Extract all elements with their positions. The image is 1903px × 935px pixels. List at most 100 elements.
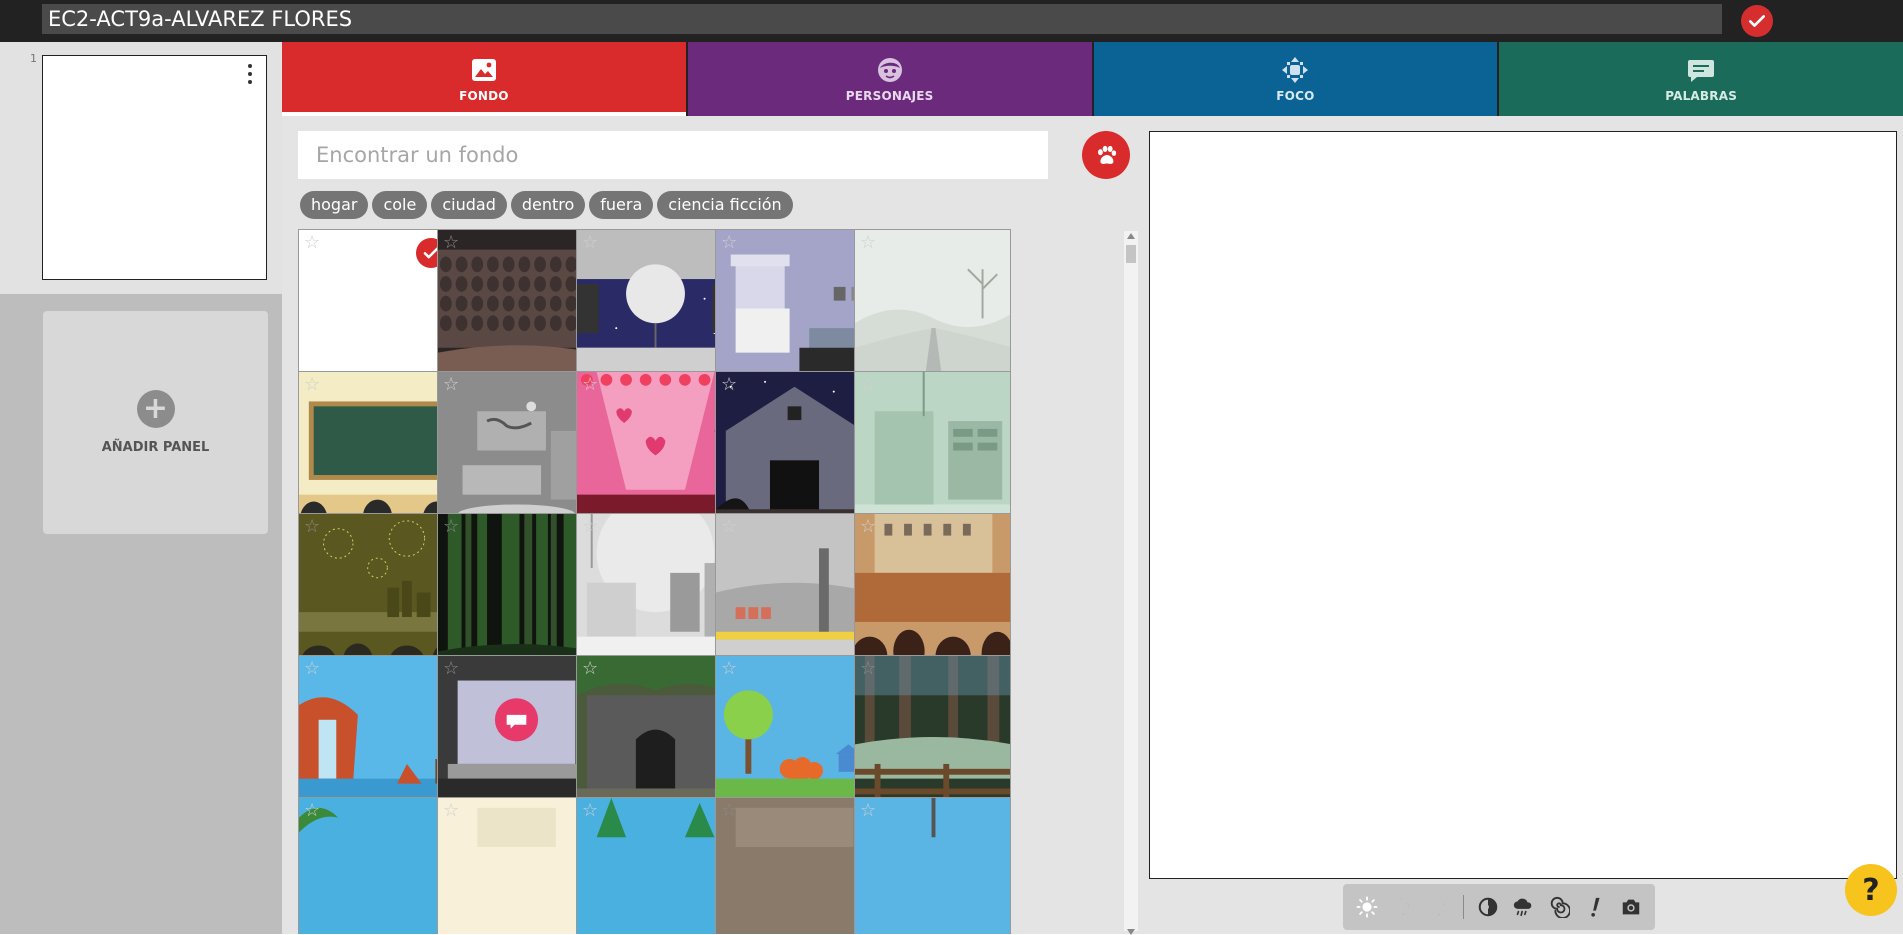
favorite-star-icon[interactable]: ☆ (721, 660, 737, 678)
favorite-star-icon[interactable]: ☆ (860, 234, 876, 252)
background-thumbnail (855, 230, 1010, 385)
background-tile-fireworks-city[interactable]: ☆ (298, 513, 455, 670)
search-input[interactable] (298, 131, 1048, 179)
background-thumbnail (855, 798, 1010, 934)
background-thumbnail (716, 514, 871, 669)
favorite-star-icon[interactable]: ☆ (860, 376, 876, 394)
chip-cole[interactable]: cole (372, 191, 428, 219)
moon-icon[interactable] (1387, 891, 1419, 923)
chip-ciencia-ficcion[interactable]: ciencia ficción (657, 191, 793, 219)
crescent-icon[interactable] (1423, 891, 1455, 923)
favorite-star-icon[interactable]: ☆ (721, 234, 737, 252)
add-panel-button[interactable]: + AÑADIR PANEL (43, 311, 268, 534)
chip-dentro[interactable]: dentro (510, 191, 586, 219)
tab-personajes[interactable]: PERSONAJES (687, 42, 1094, 116)
favorite-star-icon[interactable]: ☆ (443, 234, 459, 252)
favorite-star-icon[interactable]: ☆ (443, 518, 459, 536)
background-tile-stadium-crowd[interactable]: ☆ (854, 513, 1011, 670)
help-button[interactable]: ? (1845, 864, 1897, 916)
favorite-star-icon[interactable]: ☆ (721, 802, 737, 820)
panel-thumbnail[interactable] (42, 55, 267, 280)
scrollbar-thumb[interactable] (1126, 245, 1136, 263)
background-tile-cream-room[interactable]: ☆ (437, 797, 594, 934)
favorite-star-icon[interactable]: ☆ (443, 376, 459, 394)
background-tile-living-room[interactable]: ☆ (715, 229, 872, 386)
image-icon (469, 55, 499, 85)
background-tile-theater-audience[interactable]: ☆ (437, 229, 594, 386)
background-thumbnail (716, 656, 871, 811)
background-tile-office[interactable]: ☆ (437, 371, 594, 528)
background-tile-blue-sky-pole[interactable]: ☆ (854, 797, 1011, 934)
favorite-star-icon[interactable]: ☆ (582, 376, 598, 394)
plus-icon: + (136, 390, 175, 428)
comic-title-input[interactable] (42, 4, 1722, 34)
camera-icon[interactable] (1615, 891, 1647, 923)
favorite-star-icon[interactable]: ☆ (443, 802, 459, 820)
tab-foco[interactable]: FOCO (1093, 42, 1500, 116)
favorite-star-icon[interactable]: ☆ (582, 234, 598, 252)
tab-fondo[interactable]: FONDO (282, 42, 688, 116)
background-tile-barn-night[interactable]: ☆ (715, 371, 872, 528)
tab-label: PERSONAJES (845, 89, 934, 103)
panel-menu-icon[interactable] (244, 64, 256, 84)
confirm-title-button[interactable] (1741, 5, 1773, 37)
paw-icon (1098, 145, 1117, 164)
background-tile-stone-cave[interactable]: ☆ (576, 655, 733, 812)
background-tile-night-forest[interactable]: ☆ (437, 513, 594, 670)
background-tile-waterfall[interactable]: ☆ (298, 655, 455, 812)
favorite-star-icon[interactable]: ☆ (443, 660, 459, 678)
background-thumbnail (855, 514, 1010, 669)
paw-button[interactable] (1082, 131, 1130, 179)
background-tile-jungle-beach[interactable]: ☆ (298, 797, 455, 934)
panel-preview-canvas[interactable] (1149, 131, 1897, 879)
background-tile-valentine-stage[interactable]: ☆ (576, 371, 733, 528)
favorite-star-icon[interactable]: ☆ (721, 376, 737, 394)
spiral-icon[interactable] (1543, 891, 1575, 923)
tab-palabras[interactable]: PALABRAS (1499, 42, 1903, 116)
background-tile-swamp-fence[interactable]: ☆ (854, 655, 1011, 812)
favorite-star-icon[interactable]: ☆ (304, 234, 320, 252)
background-tile-park-tree[interactable]: ☆ (715, 655, 872, 812)
background-thumbnail (716, 230, 871, 385)
background-tile-lab-corridor[interactable]: ☆ (854, 371, 1011, 528)
favorite-star-icon[interactable]: ☆ (582, 802, 598, 820)
scroll-down-icon[interactable] (1127, 929, 1135, 935)
background-tile-laptop-chat[interactable]: ☆ (437, 655, 594, 812)
color-filter-icon[interactable] (1472, 891, 1504, 923)
chip-ciudad[interactable]: ciudad (431, 191, 507, 219)
exclamation-icon[interactable] (1579, 891, 1611, 923)
background-tile-brown-interior[interactable]: ☆ (715, 797, 872, 934)
library-scrollbar[interactable] (1124, 231, 1138, 935)
scroll-up-icon[interactable] (1127, 233, 1135, 239)
background-tile-pine-forest[interactable]: ☆ (576, 797, 733, 934)
panel-number: 1 (30, 52, 37, 65)
rain-icon[interactable] (1508, 891, 1540, 923)
background-thumbnail (855, 656, 1010, 811)
background-grid: ☆ ☆ ☆ ☆ ☆ ☆ ☆ ☆ ☆ ☆ ☆ ☆ ☆ ☆ ☆ ☆ ☆ ☆ ☆ ☆ ☆ ☆ ☆ ☆ ☆ (298, 229, 1120, 934)
favorite-star-icon[interactable]: ☆ (304, 376, 320, 394)
background-tile-subway-platform[interactable]: ☆ (715, 513, 872, 670)
background-library: hogar cole ciudad dentro fuera ciencia f… (282, 116, 1140, 935)
chip-fuera[interactable]: fuera (589, 191, 654, 219)
background-tile-blank[interactable]: ☆ (298, 229, 455, 386)
background-tile-space-station-window[interactable]: ☆ (576, 229, 733, 386)
speech-bubble-icon (1686, 55, 1716, 85)
background-tile-foggy-road[interactable]: ☆ (854, 229, 1011, 386)
favorite-star-icon[interactable]: ☆ (582, 518, 598, 536)
background-tile-classroom[interactable]: ☆ (298, 371, 455, 528)
favorite-star-icon[interactable]: ☆ (860, 518, 876, 536)
sun-icon[interactable] (1351, 891, 1383, 923)
background-tile-hospital-room[interactable]: ☆ (576, 513, 733, 670)
background-thumbnail (438, 798, 593, 934)
favorite-star-icon[interactable]: ☆ (721, 518, 737, 536)
background-thumbnail (577, 798, 732, 934)
favorite-star-icon[interactable]: ☆ (304, 518, 320, 536)
favorite-star-icon[interactable]: ☆ (582, 660, 598, 678)
favorite-star-icon[interactable]: ☆ (304, 660, 320, 678)
favorite-star-icon[interactable]: ☆ (860, 660, 876, 678)
background-thumbnail (299, 798, 454, 934)
favorite-star-icon[interactable]: ☆ (304, 802, 320, 820)
favorite-star-icon[interactable]: ☆ (860, 802, 876, 820)
background-thumbnail (299, 372, 454, 527)
chip-hogar[interactable]: hogar (300, 191, 369, 219)
